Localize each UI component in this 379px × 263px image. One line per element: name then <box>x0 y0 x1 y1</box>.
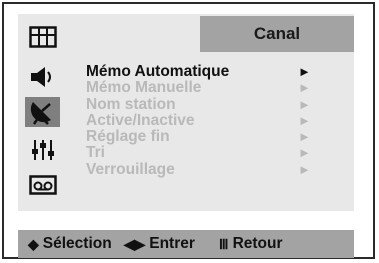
menu-item-station-name[interactable]: Nom station ► <box>86 95 312 113</box>
menu-item-label: Réglage fin <box>86 128 170 146</box>
help-select: ◆ Sélection <box>28 235 112 253</box>
arrow-right-icon: ► <box>298 112 311 128</box>
arrow-right-icon: ► <box>298 64 311 79</box>
menu-item-manual-store[interactable]: Mémo Manuelle ► <box>86 80 312 96</box>
arrow-right-icon: ► <box>298 96 311 112</box>
arrow-right-icon: ► <box>298 161 311 177</box>
input-icon[interactable] <box>25 170 60 200</box>
menu-item-fine-tune[interactable]: Réglage fin ► <box>86 129 312 145</box>
menu-item-label: Active/Inactive <box>86 111 195 129</box>
menu-item-label: Verrouillage <box>86 160 175 178</box>
menu-header: Canal <box>200 16 354 52</box>
setup-icon[interactable] <box>25 135 60 165</box>
menu-item-label: Tri <box>86 144 105 162</box>
menu-icon: Ⅲ <box>218 235 229 252</box>
arrow-right-icon: ► <box>298 145 311 161</box>
menu-item-sort[interactable]: Tri ► <box>86 145 312 161</box>
arrow-right-icon: ► <box>298 129 311 145</box>
menu-item-add-delete[interactable]: Active/Inactive ► <box>86 111 312 129</box>
channel-menu-list: Mémo Automatique ► Mémo Manuelle ► Nom s… <box>86 63 312 178</box>
help-return-label: Retour <box>232 235 283 252</box>
arrow-right-icon: ► <box>298 80 311 96</box>
help-select-label: Sélection <box>42 235 112 252</box>
menu-item-lock[interactable]: Verrouillage ► <box>86 160 312 178</box>
left-right-icon: ◀▶ <box>123 235 146 252</box>
help-return: Ⅲ Retour <box>219 235 283 253</box>
help-enter-label: Entrer <box>149 235 195 252</box>
channel-icon[interactable] <box>25 97 60 127</box>
menu-item-label: Mémo Automatique <box>86 63 230 80</box>
menu-item-label: Mémo Manuelle <box>86 79 202 97</box>
help-enter: ◀▶ Entrer <box>124 235 195 253</box>
help-bar: ◆ Sélection ◀▶ Entrer Ⅲ Retour <box>18 230 354 258</box>
sound-icon[interactable] <box>25 62 60 92</box>
up-down-icon: ◆ <box>28 235 39 252</box>
menu-item-auto-store[interactable]: Mémo Automatique ► <box>86 63 312 80</box>
menu-item-label: Nom station <box>86 95 176 113</box>
picture-icon[interactable] <box>25 22 60 52</box>
page-title: Canal <box>253 24 301 43</box>
